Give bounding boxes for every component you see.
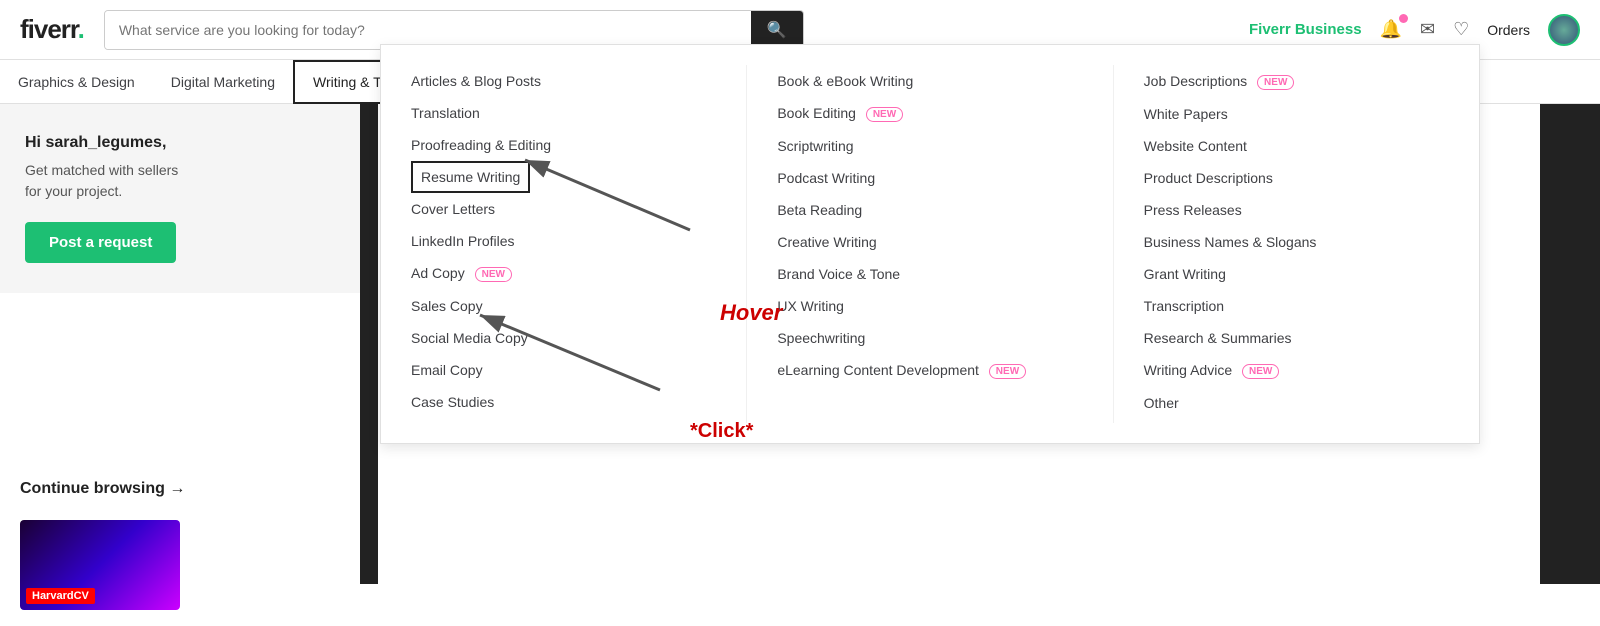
notification-badge [1399,14,1408,23]
logo-dot: . [78,14,84,44]
dropdown-item-socialcopy[interactable]: Social Media Copy [411,322,716,354]
dropdown-item-adcopy[interactable]: Ad Copy NEW [411,257,716,290]
new-badge-jobdesc: NEW [1257,75,1294,90]
continue-browsing-label: Continue browsing → [20,480,185,498]
dropdown-item-other[interactable]: Other [1144,387,1449,419]
dropdown-item-jobdesc[interactable]: Job Descriptions NEW [1144,65,1449,98]
orders-link[interactable]: Orders [1487,22,1530,38]
dropdown-col-1: Articles & Blog Posts Translation Proofr… [381,65,747,423]
page-wrapper: fiverr. 🔍 Fiverr Business 🔔 ✉ ♡ Orders G… [0,0,1600,626]
dropdown-item-creative[interactable]: Creative Writing [777,226,1082,258]
logo-text: fiverr [20,14,78,44]
dropdown-col-2: Book & eBook Writing Book Editing NEW Sc… [747,65,1113,423]
dropdown-item-bookediting[interactable]: Book Editing NEW [777,97,1082,130]
search-input[interactable] [105,11,751,49]
dropdown-item-productdesc[interactable]: Product Descriptions [1144,162,1449,194]
dropdown-menu: Articles & Blog Posts Translation Proofr… [380,44,1480,444]
dropdown-item-ux[interactable]: UX Writing [777,290,1082,322]
dropdown-item-elearning[interactable]: eLearning Content Development NEW [777,354,1082,387]
dropdown-item-betareading[interactable]: Beta Reading [777,194,1082,226]
logo[interactable]: fiverr. [20,14,84,45]
dropdown-item-linkedin[interactable]: LinkedIn Profiles [411,225,716,257]
dropdown-item-whitepapers[interactable]: White Papers [1144,98,1449,130]
header-right: Fiverr Business 🔔 ✉ ♡ Orders [1249,14,1580,46]
right-black-bar [1540,104,1600,584]
dropdown-item-emailcopy[interactable]: Email Copy [411,354,716,386]
notification-icon[interactable]: 🔔 [1380,19,1402,40]
new-badge-adcopy: NEW [475,267,512,282]
greeting-text: Hi sarah_legumes, [25,134,345,152]
dropdown-item-webcontent[interactable]: Website Content [1144,130,1449,162]
dropdown-item-transcription[interactable]: Transcription [1144,290,1449,322]
dropdown-item-research[interactable]: Research & Summaries [1144,322,1449,354]
dropdown-item-pressreleases[interactable]: Press Releases [1144,194,1449,226]
dropdown-item-cover[interactable]: Cover Letters [411,193,716,225]
dropdown-item-scriptwriting[interactable]: Scriptwriting [777,130,1082,162]
thumbnail[interactable]: HarvardCV [20,520,180,610]
dropdown-item-grantwriting[interactable]: Grant Writing [1144,258,1449,290]
dropdown-item-speech[interactable]: Speechwriting [777,322,1082,354]
favorites-icon[interactable]: ♡ [1453,19,1469,40]
new-badge-writingadvice: NEW [1242,364,1279,379]
dropdown-item-salescopy[interactable]: Sales Copy [411,290,716,322]
dropdown-item-businessnames[interactable]: Business Names & Slogans [1144,226,1449,258]
avatar[interactable] [1548,14,1580,46]
greeting-sub-text: Get matched with sellersfor your project… [25,160,345,202]
search-button[interactable]: 🔍 [751,11,803,49]
nav-item-graphics[interactable]: Graphics & Design [0,60,153,104]
dropdown-item-brand[interactable]: Brand Voice & Tone [777,258,1082,290]
thumbnail-label: HarvardCV [26,588,95,604]
new-badge-elearning: NEW [989,364,1026,379]
dropdown-item-resume[interactable]: Resume Writing [411,161,530,193]
fiverr-business-link[interactable]: Fiverr Business [1249,21,1362,38]
left-panel: Hi sarah_legumes, Get matched with selle… [0,104,370,293]
dropdown-item-podcast[interactable]: Podcast Writing [777,162,1082,194]
left-black-bar [360,104,378,584]
message-icon[interactable]: ✉ [1420,19,1435,40]
dropdown-item-writingadvice[interactable]: Writing Advice NEW [1144,354,1449,387]
dropdown-item-translation[interactable]: Translation [411,97,716,129]
dropdown-item-articles[interactable]: Articles & Blog Posts [411,65,716,97]
nav-item-digital-marketing[interactable]: Digital Marketing [153,60,293,104]
dropdown-item-casestudies[interactable]: Case Studies [411,386,716,418]
dropdown-item-book[interactable]: Book & eBook Writing [777,65,1082,97]
post-request-button[interactable]: Post a request [25,222,176,263]
dropdown-col-3: Job Descriptions NEW White Papers Websit… [1114,65,1479,423]
new-badge-bookediting: NEW [866,107,903,122]
dropdown-item-proofreading[interactable]: Proofreading & Editing [411,129,716,161]
